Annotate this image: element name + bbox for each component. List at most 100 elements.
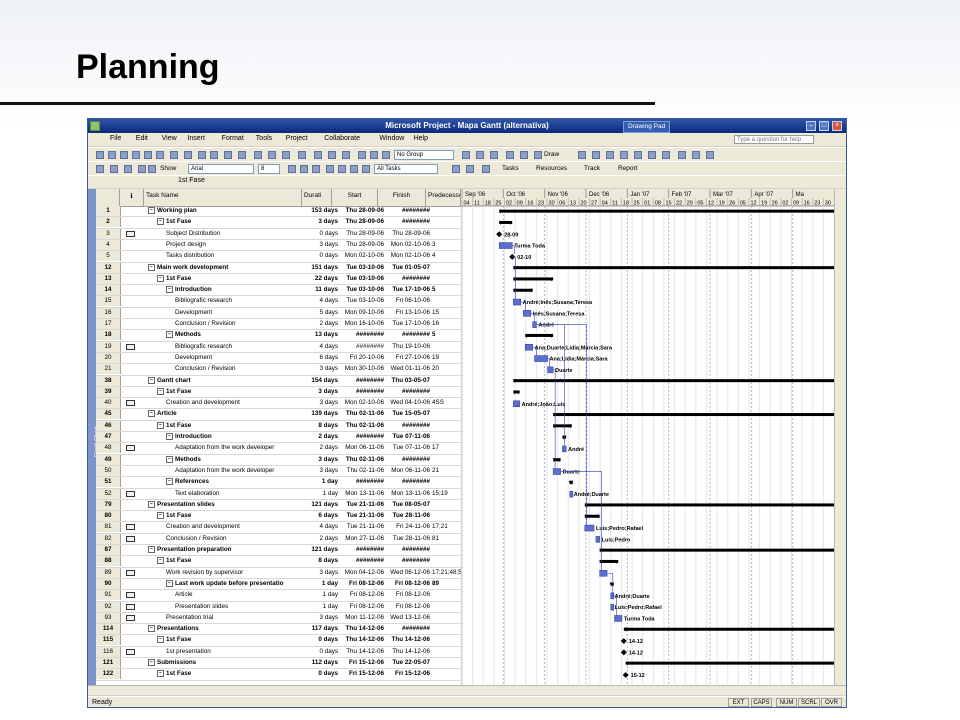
duration-cell[interactable]: 6 days [296,512,338,519]
collapse-toggle-icon[interactable]: − [148,207,155,214]
start-cell[interactable]: ######## [340,546,384,553]
note-indicator-icon[interactable] [126,592,135,599]
task-row[interactable]: 88−1st Fase 8 days ######## ######## [96,556,461,568]
std-tool-27-icon[interactable] [520,151,528,159]
resources-guide-button[interactable]: Resources [536,165,567,172]
finish-cell[interactable]: ######## [386,422,430,429]
std-tool-36-icon[interactable] [678,151,686,159]
task-name-cell[interactable]: − Gantt chart [144,376,308,384]
duration-cell[interactable]: 1 day [296,591,338,598]
start-cell[interactable]: Mon 27-11-06 [340,535,384,542]
duration-cell[interactable]: 3 days [296,614,338,621]
duration-cell[interactable]: 3 days [296,218,338,225]
start-cell[interactable]: Mon 09-10-06 [340,309,384,316]
collapse-toggle-icon[interactable]: − [157,387,164,395]
finish-cell[interactable]: ######## [386,331,430,338]
std-tool-18-icon[interactable] [328,151,336,159]
start-cell[interactable]: Fri 08-12-06 [340,591,384,598]
std-tool-3-icon[interactable] [120,151,128,159]
predecessors-cell[interactable]: 21 [432,467,461,474]
collapse-toggle-icon[interactable]: − [166,579,173,587]
std-tool-23-icon[interactable] [462,151,470,159]
duration-cell[interactable]: 121 days [296,546,338,553]
start-cell[interactable]: Tue 21-11-06 [340,501,384,508]
duration-cell[interactable]: 4 days [296,343,338,350]
duration-cell[interactable]: 2 days [296,320,338,327]
view-bar[interactable]: Gantt Chart [88,189,101,685]
finish-cell[interactable]: ######## [386,218,430,225]
task-row[interactable]: 2−1st Fase 3 days Thu 28-09-06 ######## [96,217,461,229]
start-cell[interactable]: Thu 14-12-06 [340,636,385,643]
predecessors-cell[interactable]: 17;21;48;50 [432,569,461,576]
std-tool-6-icon[interactable] [156,151,164,159]
collapse-toggle-icon[interactable]: − [157,557,164,565]
start-cell[interactable]: Tue 03-10-06 [340,297,384,304]
task-row[interactable]: 15 Bibliografic research 4 days Tue 03-10-0… [96,296,461,308]
finish-cell[interactable]: Fri 08-12-06 [386,603,430,610]
start-cell[interactable]: Mon 30-10-06 [340,365,384,372]
fmt-tool-6-icon[interactable] [288,165,296,173]
predecessors-cell[interactable]: 19 [432,354,461,361]
finish-cell[interactable]: ######## [386,546,430,553]
start-cell[interactable]: Thu 28-09-06 [340,230,384,237]
task-name-cell[interactable]: − Presentation slides [144,500,308,508]
task-row[interactable]: 49 − Methods 3 days Thu 02-11-06 ######## [96,454,461,466]
collapse-toggle-icon[interactable]: − [148,625,155,633]
task-name-cell[interactable]: − Submissions [144,659,308,666]
predecessors-header[interactable]: Predecesso [426,189,461,206]
task-row[interactable]: 1− Working plan 153 days Thu 28-09-06 ######… [96,206,461,218]
finish-cell[interactable]: ######## [386,275,430,282]
group-select[interactable]: No Group [394,150,454,160]
task-row[interactable]: 91 Article 1 day Fri 08-12-06 Fri 08-12-06 [96,590,461,602]
duration-cell[interactable]: 22 days [296,275,338,282]
std-tool-4-icon[interactable] [132,151,140,159]
note-indicator-icon[interactable] [126,445,135,452]
std-tool-11-icon[interactable] [224,151,232,159]
finish-cell[interactable]: Tue 15-05-07 [386,410,430,417]
start-cell[interactable]: Thu 02-11-06 [340,422,384,429]
duration-cell[interactable]: 8 days [296,422,338,429]
duration-cell[interactable]: 4 days [296,297,338,304]
task-row[interactable]: 12− Main work development 151 days Tue 03-1… [96,262,461,274]
duration-cell[interactable]: 2 days [296,433,338,440]
duration-cell[interactable]: 1 day [296,603,338,610]
task-row[interactable]: 90 − Last work update before presentatio 1 … [96,578,461,591]
duration-cell[interactable]: 5 days [296,309,338,316]
menu-project[interactable]: Project [286,135,308,142]
fmt-tool-1-icon[interactable] [96,165,104,173]
finish-cell[interactable]: Fri 15-12-06 [386,670,430,677]
predecessors-cell[interactable]: 15;19 [432,490,461,497]
task-name-cell[interactable]: −1st Fase [144,218,317,225]
task-row[interactable]: 89 Work revision by supervisor 3 days Mon 0… [96,567,461,579]
finish-cell[interactable]: ######## [386,456,430,463]
start-cell[interactable]: Fri 15-12-06 [340,670,384,677]
task-row[interactable]: 50 Adaptation from the work developer 3 da… [96,465,461,478]
finish-cell[interactable]: Fri 27-10-06 [386,354,430,361]
task-name-cell[interactable]: − Article [144,410,308,418]
start-cell[interactable]: Fri 08-12-06 [340,580,384,587]
task-row[interactable]: 5 Tasks distribution 0 days Mon 02-10-06 Mon… [96,251,461,263]
task-name-cell[interactable]: −1st Fase [144,421,317,429]
task-name-cell[interactable]: −1st Fase [144,670,317,677]
note-indicator-icon[interactable] [126,569,135,576]
tasks-guide-button[interactable]: Tasks [502,165,519,172]
task-name-cell[interactable]: − Working plan [144,207,308,214]
note-indicator-icon[interactable] [126,603,135,610]
task-row[interactable]: 39−1st Fase 3 days ######## ######## [96,386,461,399]
finish-cell[interactable]: Thu 14-12-06 [386,648,430,655]
finish-cell[interactable]: Mon 13-11-06 [386,490,430,497]
collapse-toggle-icon[interactable]: − [148,546,155,553]
start-cell[interactable]: Mon 02-10-06 [340,252,384,259]
menu-help[interactable]: Help [414,135,428,142]
std-tool-29-icon[interactable] [578,151,586,159]
fmt-tool-12-icon[interactable] [362,165,370,173]
start-cell[interactable]: ######## [340,331,384,338]
fmt-tool-8-icon[interactable] [312,165,320,173]
duration-cell[interactable]: 3 days [296,241,338,248]
start-cell[interactable]: Thu 28-09-06 [340,207,385,214]
task-row[interactable]: 48 Adaptation from the work developer 2 da… [96,443,461,455]
collapse-toggle-icon[interactable]: − [166,331,173,339]
duration-cell[interactable]: 0 days [296,636,338,643]
duration-cell[interactable]: 6 days [296,354,338,361]
draw-menu[interactable]: Draw [544,151,559,158]
